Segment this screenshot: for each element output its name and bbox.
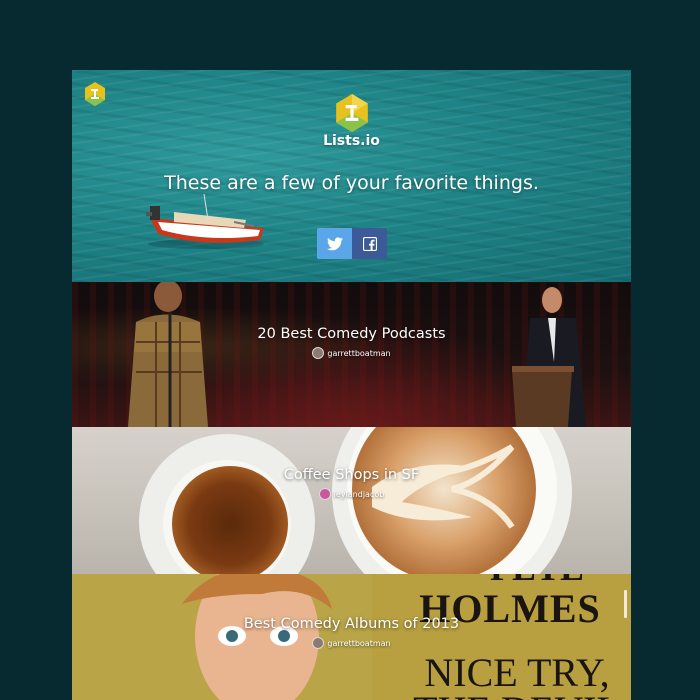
facebook-icon — [362, 236, 377, 251]
list-title: Coffee Shops in SF — [283, 467, 420, 483]
list-title: 20 Best Comedy Podcasts — [257, 326, 446, 342]
author-name: leylandjacob — [333, 489, 385, 499]
twitter-share-button[interactable] — [317, 228, 352, 259]
album-title-line2: THE DEVIL — [413, 688, 621, 700]
coffee-image — [139, 427, 572, 574]
list-card[interactable]: Coffee Shops in SF leylandjacob — [72, 427, 631, 574]
share-buttons — [317, 228, 387, 259]
scrollbar-thumb[interactable] — [624, 590, 627, 618]
author-name: garrettboatman — [327, 638, 391, 648]
avatar — [312, 637, 325, 649]
facebook-share-button[interactable] — [352, 228, 387, 259]
avatar — [312, 347, 325, 359]
corner-logo-icon[interactable] — [84, 82, 106, 106]
twitter-icon — [326, 236, 343, 250]
hero-banner: Lists.io These are a few of your favorit… — [72, 70, 631, 282]
list-author: garrettboatman — [72, 637, 631, 649]
list-author: garrettboatman — [72, 347, 631, 359]
author-name: garrettboatman — [327, 348, 391, 358]
avatar — [318, 488, 331, 500]
list-author: leylandjacob — [72, 488, 631, 500]
app-frame: Lists.io These are a few of your favorit… — [72, 70, 631, 700]
list-card[interactable]: PETE HOLMES NICE TRY, THE DEVIL Best Com… — [72, 574, 631, 700]
lists-logo-icon — [336, 94, 368, 132]
brand-name: Lists.io — [323, 133, 380, 149]
hero-tagline: These are a few of your favorite things. — [164, 172, 539, 194]
list-card[interactable]: 20 Best Comedy Podcasts garrettboatman — [72, 282, 631, 427]
list-title: Best Comedy Albums of 2013 — [243, 616, 460, 632]
